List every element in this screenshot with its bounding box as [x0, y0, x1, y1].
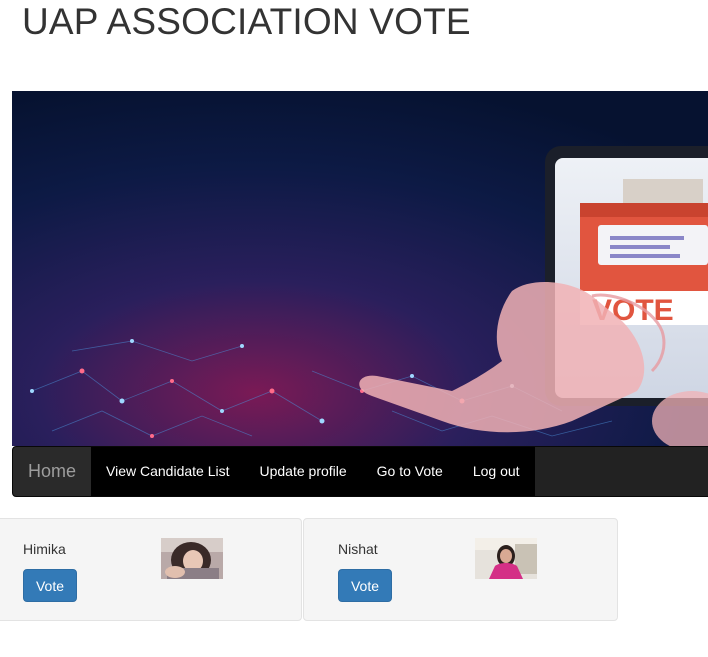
page-title: UAP ASSOCIATION VOTE [22, 1, 471, 42]
candidate-card: Nishat Vote [303, 518, 618, 621]
main-navbar: Home View Candidate List Update profile … [12, 446, 708, 497]
banner-image: VOTE [12, 91, 708, 446]
vote-button[interactable]: Vote [338, 569, 392, 602]
nav-link-update-profile[interactable]: Update profile [245, 447, 362, 496]
nav-link-go-to-vote[interactable]: Go to Vote [362, 447, 458, 496]
vote-button[interactable]: Vote [23, 569, 77, 602]
nav-link-log-out[interactable]: Log out [458, 447, 535, 496]
candidate-name: Nishat [338, 541, 378, 557]
candidate-photo [475, 538, 537, 579]
nav-home-link[interactable]: Home [13, 447, 92, 496]
candidate-photo [161, 538, 223, 579]
page: UAP ASSOCIATION VOTE VOTE Home View Cand… [0, 0, 708, 657]
candidate-name: Himika [23, 541, 66, 557]
nav-link-view-candidate-list[interactable]: View Candidate List [91, 447, 244, 496]
candidate-card: Himika Vote [0, 518, 302, 621]
nav-links: View Candidate List Update profile Go to… [91, 447, 535, 496]
vote-illustration: VOTE [12, 91, 708, 446]
